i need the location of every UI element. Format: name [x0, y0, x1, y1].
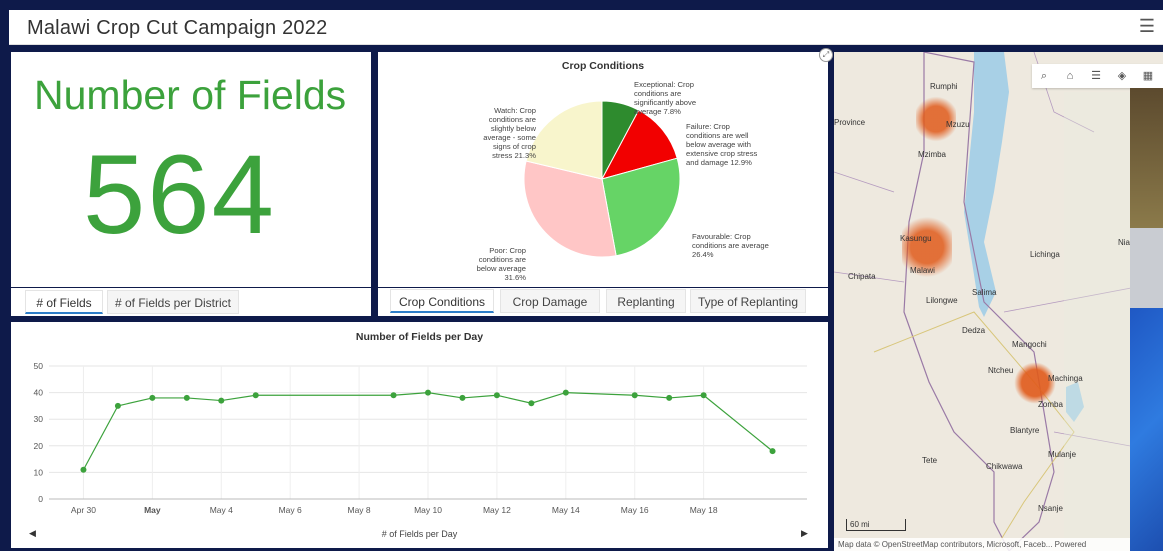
indicator-value: 564	[83, 132, 276, 257]
tab-type-of-replanting[interactable]: Type of Replanting	[690, 289, 806, 313]
data-point[interactable]	[459, 394, 466, 401]
x-tick-label: May 12	[483, 505, 511, 515]
map-label-lichinga: Lichinga	[1030, 250, 1060, 259]
data-point[interactable]	[562, 389, 569, 396]
data-point[interactable]	[114, 402, 121, 409]
y-tick-label: 40	[34, 388, 44, 398]
data-point[interactable]	[149, 394, 156, 401]
map-label-mulanje: Mulanje	[1048, 450, 1077, 459]
pie-panel: Crop Conditions Exceptional: Crop condit…	[378, 52, 828, 287]
right-tab-bar: Crop Conditions Crop Damage Replanting T…	[378, 288, 828, 316]
hamburger-menu-icon[interactable]: ☰	[1139, 16, 1155, 37]
x-tick-label: May 16	[621, 505, 649, 515]
data-point[interactable]	[666, 394, 673, 401]
map-dot-cluster-south	[1014, 362, 1056, 404]
map-label-chipata: Chipata	[848, 272, 876, 281]
map-terrain	[834, 52, 1163, 551]
data-point[interactable]	[218, 397, 225, 404]
data-point[interactable]	[390, 392, 397, 399]
list-icon[interactable]: ☰	[1086, 67, 1106, 85]
map-scale-bar: 60 mi	[846, 519, 906, 531]
tab-crop-conditions[interactable]: Crop Conditions	[390, 289, 494, 313]
data-point[interactable]	[700, 392, 707, 399]
tab-number-of-fields[interactable]: # of Fields	[25, 290, 103, 314]
x-tick-label: May 4	[210, 505, 233, 515]
y-tick-label: 30	[34, 414, 44, 424]
map-label-dedza: Dedza	[962, 326, 986, 335]
line-chart-panel: Number of Fields per Day 0 10 20 30 40 50 Apr …	[11, 322, 828, 548]
line-chart: 0 10 20 30 40 50 Apr 30 May May 4 May 6 May 8 May 1…	[34, 361, 807, 515]
data-point[interactable]	[252, 392, 259, 399]
y-tick-label: 50	[34, 361, 44, 371]
line-chart-footer: # of Fields per Day	[381, 529, 458, 539]
tab-replanting[interactable]: Replanting	[606, 289, 686, 313]
data-point[interactable]	[493, 392, 500, 399]
app-header: Malawi Crop Cut Campaign 2022 ☰	[9, 10, 1163, 45]
x-tick-label: May 6	[279, 505, 302, 515]
indicator-panel: Number of Fields 564	[11, 52, 371, 287]
pie-label-exceptional: Exceptional: Crop conditions are signifi…	[634, 80, 697, 116]
x-tick-label: May	[144, 505, 161, 515]
map-label-mzimba: Mzimba	[918, 150, 947, 159]
map-label-province: Province	[834, 118, 866, 127]
map-label-malawi: Malawi	[910, 266, 935, 275]
data-point[interactable]	[80, 466, 87, 473]
pie-label-failure: Failure: Crop conditions are well below …	[686, 122, 758, 167]
x-tick-label: May 14	[552, 505, 580, 515]
qr-icon[interactable]: ▦	[1138, 67, 1158, 85]
data-point[interactable]	[425, 389, 431, 396]
map-label-lilongwe: Lilongwe	[926, 296, 958, 305]
x-tick-label: Apr 30	[71, 505, 96, 515]
map-label-mangochi: Mangochi	[1012, 340, 1047, 349]
map-view[interactable]: Rumphi Mzuzu Mzimba Kasungu Malawi Chipa…	[834, 52, 1163, 551]
map-label-nsanje: Nsanje	[1038, 504, 1063, 513]
y-tick-label: 10	[34, 467, 44, 477]
x-tick-label: May 10	[414, 505, 442, 515]
y-tick-label: 0	[38, 494, 43, 504]
map-label-chikwawa: Chikwawa	[986, 462, 1023, 471]
map-toolbar: ⌕ ⌂ ☰ ◈ ▦	[1032, 64, 1163, 88]
map-label-salima: Salima	[972, 288, 997, 297]
left-tab-bar: # of Fields # of Fields per District	[11, 288, 371, 316]
x-tick-label: May 8	[348, 505, 371, 515]
x-tick-label: May 18	[690, 505, 718, 515]
layers-icon[interactable]: ◈	[1112, 67, 1132, 85]
data-point[interactable]	[769, 448, 776, 455]
map-label-kasungu: Kasungu	[900, 234, 932, 243]
map-attribution: Map data © OpenStreetMap contributors, M…	[834, 538, 1163, 551]
data-point[interactable]	[528, 400, 535, 407]
map-dot-cluster-north	[916, 94, 956, 144]
page-title: Malawi Crop Cut Campaign 2022	[27, 17, 328, 39]
map-label-tete: Tete	[922, 456, 938, 465]
data-point[interactable]	[183, 394, 190, 401]
indicator-label: Number of Fields	[34, 72, 347, 118]
tab-fields-per-district[interactable]: # of Fields per District	[107, 290, 239, 314]
y-tick-label: 20	[34, 441, 44, 451]
data-point[interactable]	[631, 392, 638, 399]
expand-icon[interactable]: ⤢	[819, 48, 833, 62]
pie-label-favourable: Favourable: Crop conditions are average …	[692, 232, 769, 259]
pie-label-poor: Poor: Crop conditions are below average …	[476, 246, 526, 282]
map-label-machinga: Machinga	[1048, 374, 1083, 383]
search-icon[interactable]: ⌕	[1034, 67, 1054, 85]
home-icon[interactable]: ⌂	[1060, 67, 1080, 85]
tab-crop-damage[interactable]: Crop Damage	[500, 289, 600, 313]
map-label-blantyre: Blantyre	[1010, 426, 1040, 435]
scroll-right-icon[interactable]: ▶	[801, 528, 808, 539]
map-label-rumphi: Rumphi	[930, 82, 958, 91]
map-label-zomba: Zomba	[1038, 400, 1063, 409]
pie-label-watch: Watch: Crop conditions are slightly belo…	[483, 106, 536, 160]
map-label-mzuzu: Mzuzu	[946, 120, 970, 129]
field-photo	[1130, 88, 1163, 551]
map-label-ntcheu: Ntcheu	[988, 366, 1014, 375]
